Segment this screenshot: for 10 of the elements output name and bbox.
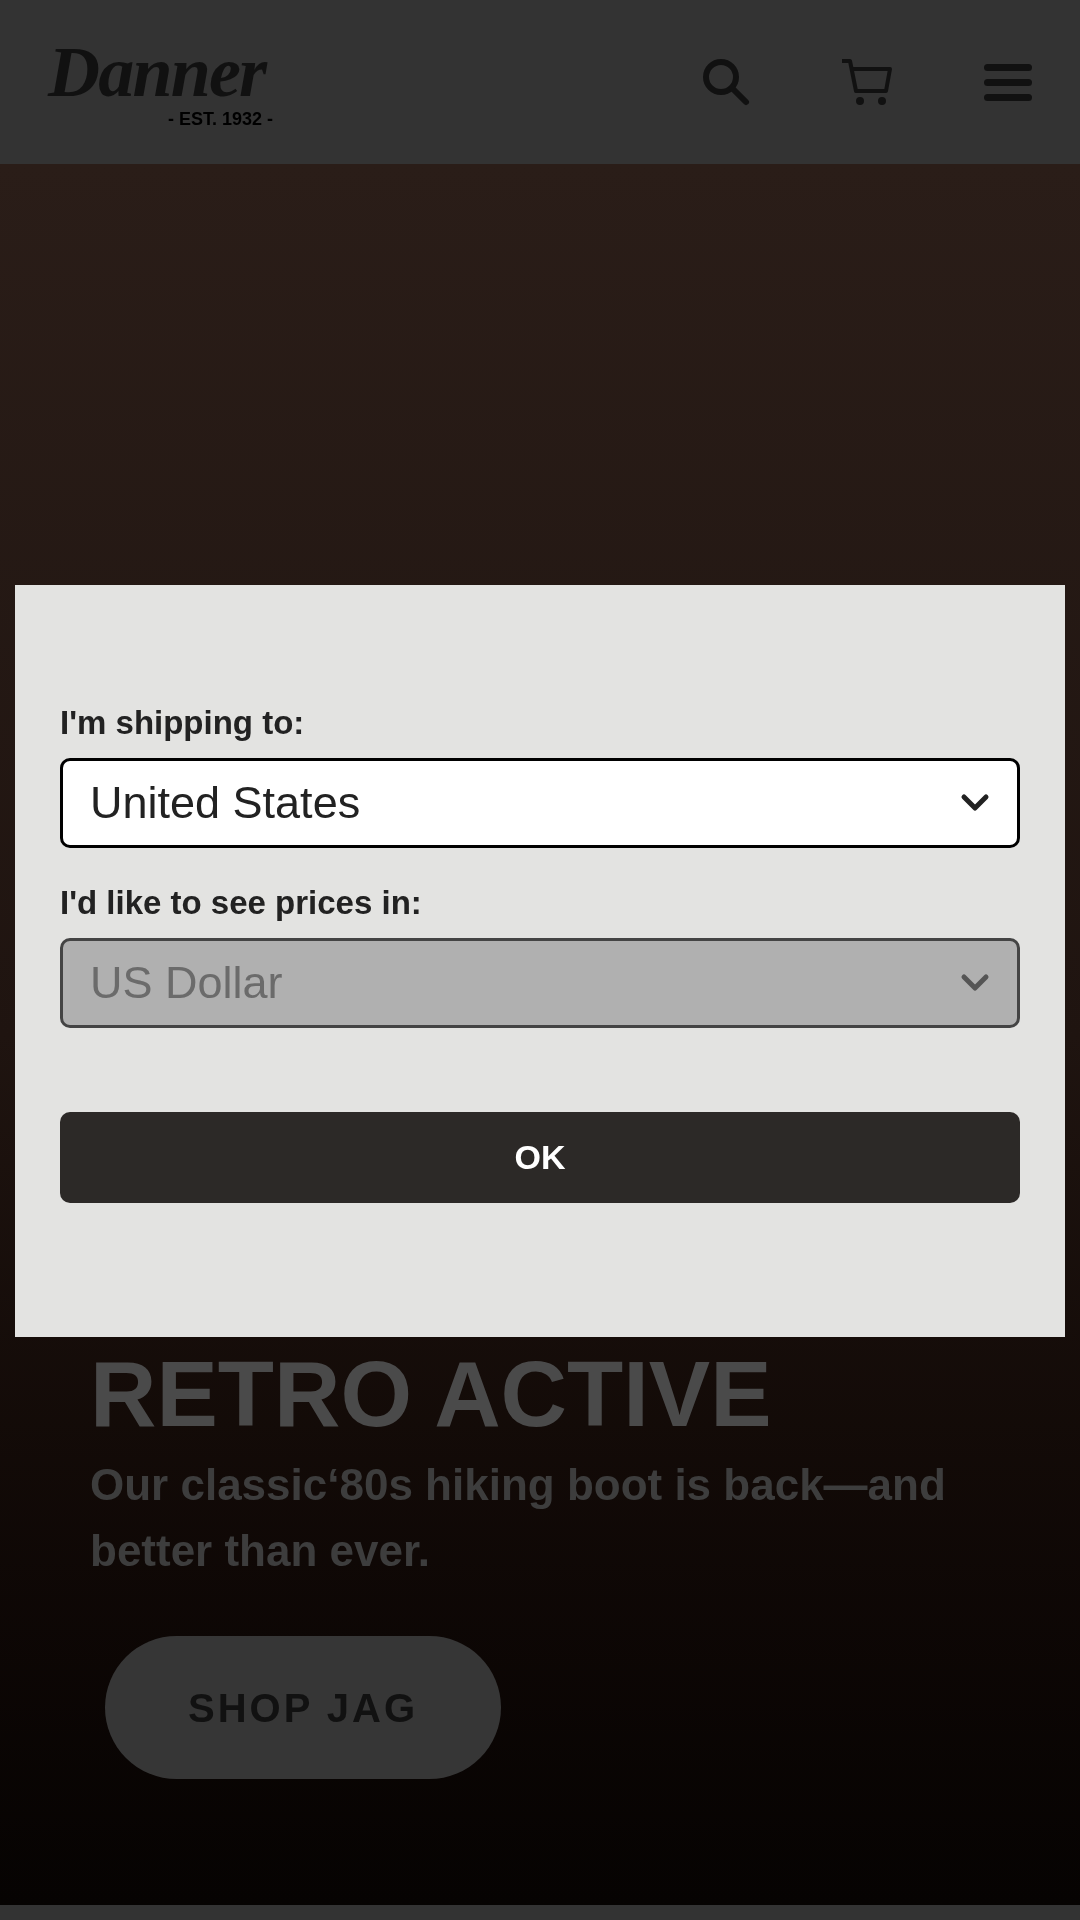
- dropdown-field[interactable]: United States: [60, 758, 1020, 848]
- field-label: I'd like to see prices in:: [60, 883, 423, 923]
- field-label: I'm shipping to:: [60, 703, 306, 743]
- hero-headline: RETRO ACTIVE: [90, 1348, 772, 1438]
- chevron-icon: [960, 973, 990, 993]
- chevron-icon: [960, 793, 990, 813]
- search-icon[interactable]: [700, 56, 752, 108]
- cart-icon[interactable]: [840, 57, 894, 107]
- ok-button[interactable]: OK: [60, 1112, 1020, 1203]
- menu-icon[interactable]: [984, 62, 1032, 102]
